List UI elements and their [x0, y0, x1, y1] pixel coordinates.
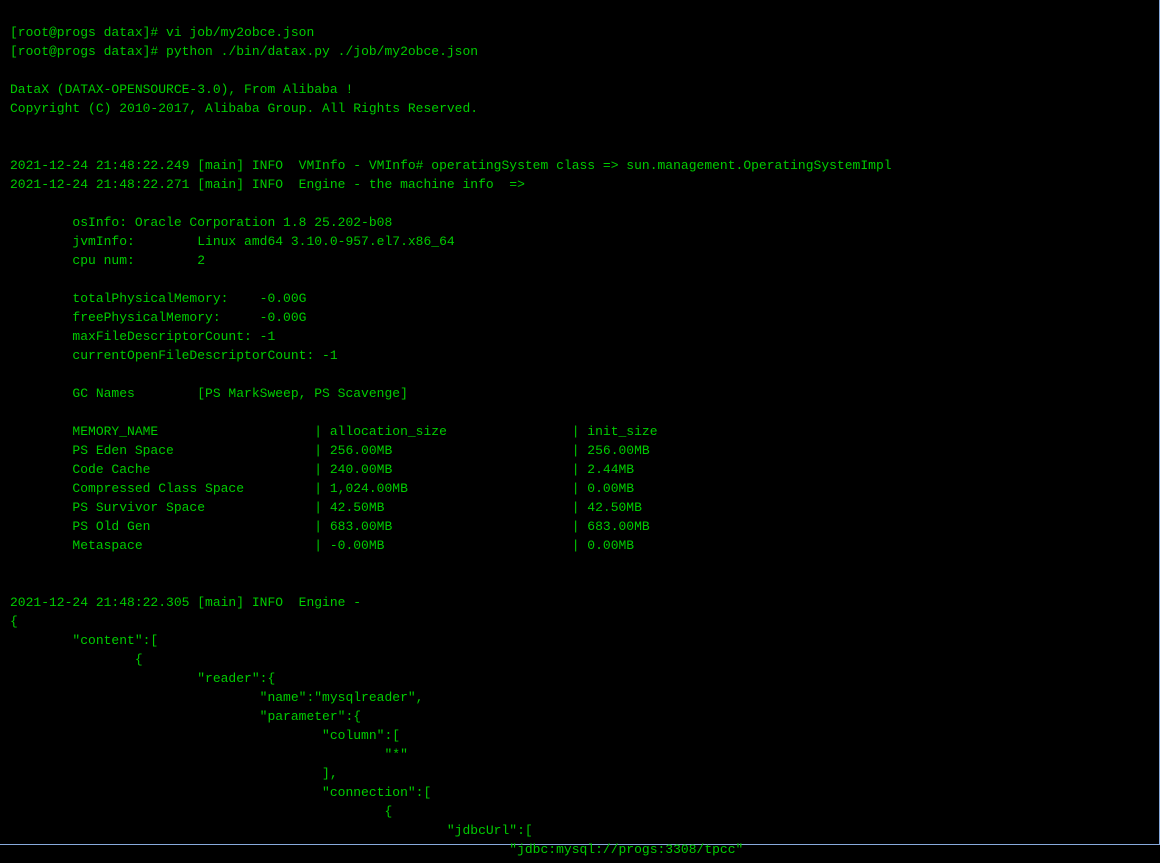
memtable-row-oldgen: PS Old Gen | 683.00MB | 683.00MB — [10, 519, 650, 534]
json-line-6: "parameter":{ — [10, 709, 361, 724]
memtable-row-codecache: Code Cache | 240.00MB | 2.44MB — [10, 462, 634, 477]
json-line-7: "column":[ — [10, 728, 400, 743]
banner-line-1: DataX (DATAX-OPENSOURCE-3.0), From Aliba… — [10, 82, 353, 97]
json-line-11: { — [10, 804, 392, 819]
json-line-3: { — [10, 652, 143, 667]
json-line-9: ], — [10, 766, 338, 781]
machine-free-mem: freePhysicalMemory: -0.00G — [10, 310, 306, 325]
memtable-row-compressed: Compressed Class Space | 1,024.00MB | 0.… — [10, 481, 634, 496]
machine-gc-names: GC Names [PS MarkSweep, PS Scavenge] — [10, 386, 408, 401]
json-line-10: "connection":[ — [10, 785, 431, 800]
machine-osinfo: osInfo: Oracle Corporation 1.8 25.202-b0… — [10, 215, 392, 230]
terminal-output: [root@progs datax]# vi job/my2obce.json … — [0, 0, 1159, 863]
log-engine-json: 2021-12-24 21:48:22.305 [main] INFO Engi… — [10, 595, 369, 610]
json-line-13: "jdbc:mysql://progs:3308/tpcc" — [10, 842, 743, 857]
machine-cur-fd: currentOpenFileDescriptorCount: -1 — [10, 348, 338, 363]
json-line-1: { — [10, 614, 18, 629]
banner-line-2: Copyright (C) 2010-2017, Alibaba Group. … — [10, 101, 478, 116]
prompt-1-command: vi job/my2obce.json — [166, 25, 314, 40]
machine-total-mem: totalPhysicalMemory: -0.00G — [10, 291, 306, 306]
prompt-2-command: python ./bin/datax.py ./job/my2obce.json — [166, 44, 478, 59]
machine-cpunum: cpu num: 2 — [10, 253, 205, 268]
log-engine-machine: 2021-12-24 21:48:22.271 [main] INFO Engi… — [10, 177, 525, 192]
prompt-2-host: [root@progs datax]# — [10, 44, 166, 59]
log-vminfo: 2021-12-24 21:48:22.249 [main] INFO VMIn… — [10, 158, 892, 173]
memtable-row-survivor: PS Survivor Space | 42.50MB | 42.50MB — [10, 500, 642, 515]
json-line-8: "*" — [10, 747, 408, 762]
machine-max-fd: maxFileDescriptorCount: -1 — [10, 329, 275, 344]
memtable-row-metaspace: Metaspace | -0.00MB | 0.00MB — [10, 538, 634, 553]
memtable-header: MEMORY_NAME | allocation_size | init_siz… — [10, 424, 658, 439]
machine-jvminfo: jvmInfo: Linux amd64 3.10.0-957.el7.x86_… — [10, 234, 455, 249]
json-line-5: "name":"mysqlreader", — [10, 690, 423, 705]
json-line-2: "content":[ — [10, 633, 158, 648]
json-line-12: "jdbcUrl":[ — [10, 823, 533, 838]
json-line-4: "reader":{ — [10, 671, 275, 686]
memtable-row-eden: PS Eden Space | 256.00MB | 256.00MB — [10, 443, 650, 458]
prompt-1-host: [root@progs datax]# — [10, 25, 166, 40]
